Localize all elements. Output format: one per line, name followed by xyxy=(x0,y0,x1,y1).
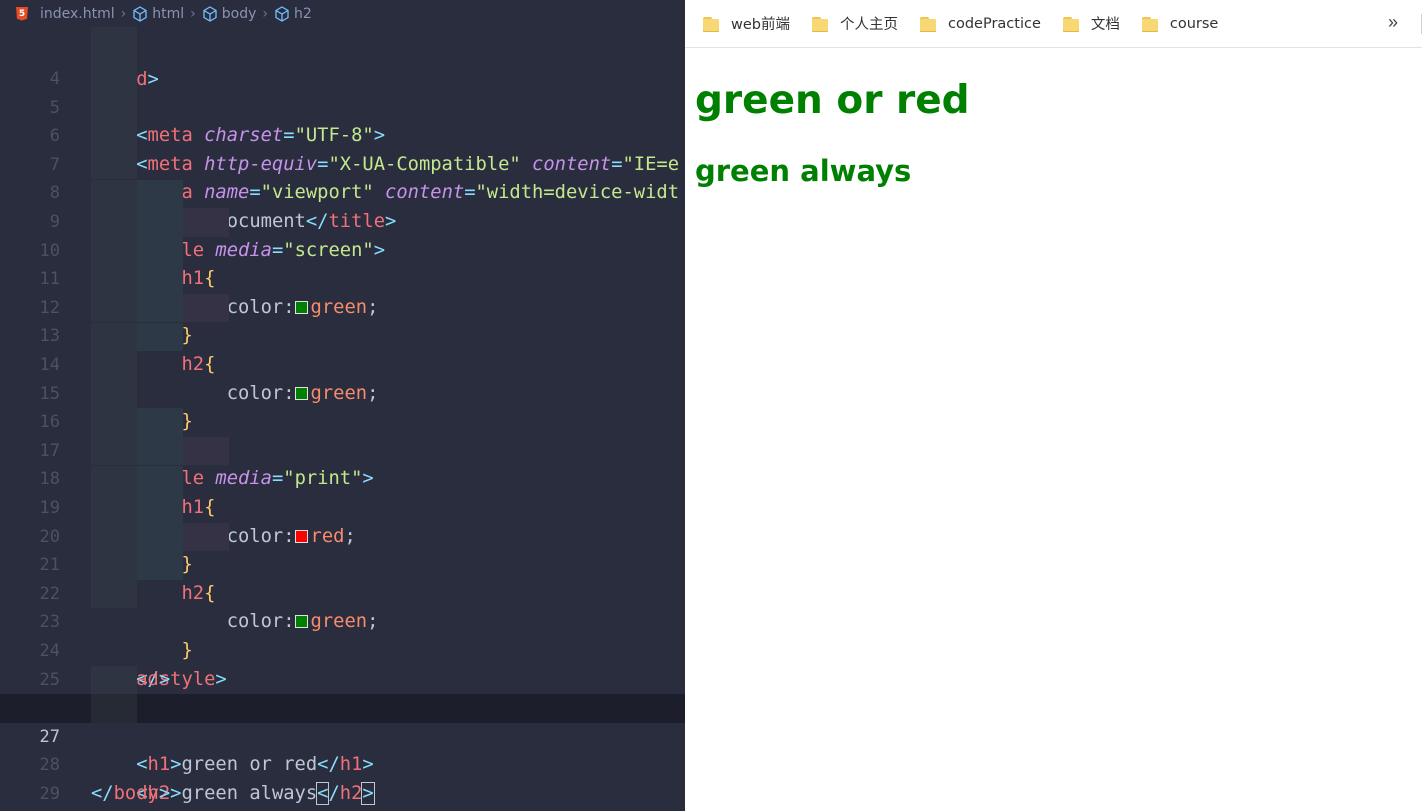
element-cube-icon xyxy=(203,5,217,22)
bookmark-folder[interactable]: 个人主页 xyxy=(811,13,898,34)
page-heading-h1: green or red xyxy=(695,78,970,123)
html5-icon: 5 xyxy=(16,6,28,21)
code-line: 26 <h1>green or red</h1> xyxy=(0,665,685,775)
code-line: 23 </style> xyxy=(0,579,685,690)
breadcrumb-h2[interactable]: h2 xyxy=(274,6,312,22)
code-line: 29 </html> xyxy=(39,784,60,805)
chevron-right-icon: › xyxy=(120,5,127,22)
folder-icon xyxy=(1062,16,1079,32)
breadcrumb-body[interactable]: body xyxy=(202,5,256,22)
folder-icon xyxy=(919,16,936,32)
code-editor[interactable]: 5 index.html › html › body › h2 <head> 4 xyxy=(0,0,685,811)
page-heading-h2: green always xyxy=(695,154,912,188)
element-cube-icon xyxy=(133,5,147,22)
code-line: 25 <body> xyxy=(39,669,159,719)
breadcrumb-html[interactable]: html xyxy=(132,6,184,22)
chevron-right-icon: › xyxy=(262,5,268,22)
bookmarks-overflow-button[interactable]: » xyxy=(1388,12,1398,33)
bookmarks-bar: web前端 个人主页 codePractice 文档 course » xyxy=(685,0,1422,48)
code-line: 28 </body> xyxy=(39,755,171,805)
code-line: 16 <style media="print"> xyxy=(0,379,685,489)
code-line: 7 <title>Document</title> xyxy=(0,122,685,232)
code-line: 5 <meta http-equiv="X-UA-Compatible" con… xyxy=(0,65,685,175)
code-line: 22 } xyxy=(0,551,685,661)
code-line: 13 color: green; xyxy=(0,293,685,404)
code-line-active: 27 <h2>green always</h2> xyxy=(0,694,685,806)
bookmark-folder[interactable]: 文档 xyxy=(1062,13,1120,34)
code-line: 10 color: green; xyxy=(0,208,685,318)
bookmark-folder[interactable]: course xyxy=(1141,16,1218,32)
folder-icon xyxy=(1141,16,1158,32)
code-line: 20 h2{ xyxy=(0,494,685,604)
code-line: 24 </head> xyxy=(39,641,171,690)
element-cube-icon xyxy=(275,5,289,22)
code-line: 9 h1{ xyxy=(0,179,685,289)
folder-icon xyxy=(703,16,719,32)
browser-preview: web前端 个人主页 codePractice 文档 course » gree… xyxy=(685,0,1422,811)
code-line: 19 } xyxy=(0,465,685,575)
breadcrumb-file[interactable]: 5 index.html xyxy=(16,6,115,22)
chevron-right-icon: › xyxy=(190,5,196,22)
code-line: 17 h1{ xyxy=(0,408,685,518)
code-line: 8 <style media="screen"> xyxy=(0,150,685,261)
breadcrumb: 5 index.html › html › body › h2 xyxy=(0,0,685,27)
code-line: 6 <meta name="viewport" content="width=d… xyxy=(0,93,685,203)
code-line: 18 color: red; xyxy=(0,436,685,547)
code-line: 4 <meta charset="UTF-8"> xyxy=(0,36,685,146)
code-line: 15 </style> xyxy=(0,351,685,461)
bookmark-folder[interactable]: codePractice xyxy=(919,16,1041,32)
code-area[interactable]: <head> 4 <meta charset="UTF-8"> 5 <meta … xyxy=(0,0,685,811)
bookmark-folder[interactable]: web前端 xyxy=(703,13,790,34)
code-line: 21 color: green; xyxy=(0,522,685,632)
code-line: 12 h2{ xyxy=(0,265,685,375)
folder-icon xyxy=(811,16,828,32)
code-line: 14 } xyxy=(0,322,685,432)
code-line: 11 } xyxy=(0,236,685,346)
